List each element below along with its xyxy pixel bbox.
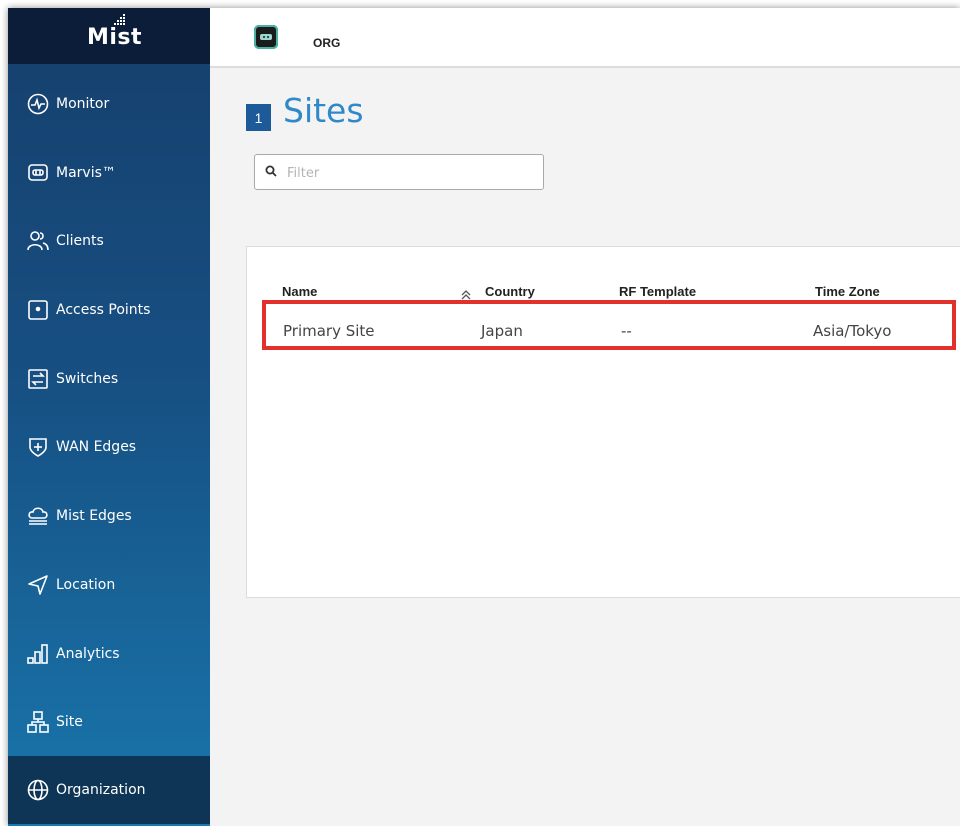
sidebar-item-monitor[interactable]: Monitor: [8, 70, 210, 138]
sidebar: Mist Monitor Marvis™ Clients Access Poin…: [8, 8, 210, 826]
sidebar-item-label: Analytics: [56, 646, 120, 662]
sidebar-item-clients[interactable]: Clients: [8, 207, 210, 275]
monitor-icon: [26, 92, 50, 116]
mist-logo[interactable]: Mist: [8, 8, 210, 64]
sites-table: Name Country RF Template Time Zone Prima…: [246, 246, 960, 598]
column-header-name[interactable]: Name: [282, 284, 317, 299]
organization-icon: [26, 778, 50, 802]
mist-edge-icon: [26, 504, 50, 528]
top-bar: ORG: [210, 8, 960, 68]
sidebar-item-label: Monitor: [56, 96, 110, 112]
page-title: Sites: [283, 91, 364, 130]
sidebar-item-label: Mist Edges: [56, 508, 132, 524]
sidebar-item-label: Location: [56, 577, 116, 593]
filter-input[interactable]: [285, 162, 539, 184]
sidebar-item-switches[interactable]: Switches: [8, 345, 210, 413]
search-icon: [265, 165, 277, 177]
sort-ascending-icon[interactable]: [461, 290, 471, 300]
sidebar-item-location[interactable]: Location: [8, 551, 210, 619]
row-highlight-box: [262, 300, 956, 350]
clients-icon: [26, 229, 50, 253]
site-icon: [26, 710, 50, 734]
sidebar-item-mist-edges[interactable]: Mist Edges: [8, 482, 210, 550]
sidebar-item-organization[interactable]: Organization: [8, 756, 210, 824]
sidebar-item-analytics[interactable]: Analytics: [8, 620, 210, 688]
filter-field[interactable]: [254, 154, 544, 190]
marvis-icon: [26, 161, 50, 185]
column-header-rf-template[interactable]: RF Template: [619, 284, 696, 299]
sidebar-item-label: Organization: [56, 782, 146, 798]
org-avatar-icon[interactable]: [254, 25, 278, 49]
sidebar-item-wan-edges[interactable]: WAN Edges: [8, 413, 210, 481]
sidebar-item-label: Site: [56, 714, 83, 730]
sidebar-item-label: Switches: [56, 371, 119, 387]
sidebar-item-access-points[interactable]: Access Points: [8, 276, 210, 344]
wan-edge-icon: [26, 435, 50, 459]
sidebar-item-label: Access Points: [56, 302, 151, 318]
sidebar-item-label: WAN Edges: [56, 439, 137, 455]
column-header-time-zone[interactable]: Time Zone: [815, 284, 880, 299]
sidebar-item-site[interactable]: Site: [8, 688, 210, 756]
location-icon: [26, 573, 50, 597]
switches-icon: [26, 367, 50, 391]
sidebar-item-label: Clients: [56, 233, 104, 249]
analytics-icon: [26, 642, 50, 666]
org-name[interactable]: ORG: [313, 36, 340, 50]
logo-dots-icon: [114, 14, 125, 25]
column-header-country[interactable]: Country: [485, 284, 535, 299]
site-count-badge: 1: [246, 104, 271, 131]
sidebar-item-label: Marvis™: [56, 165, 116, 181]
access-point-icon: [26, 298, 50, 322]
app-window: Mist Monitor Marvis™ Clients Access Poin…: [8, 8, 960, 826]
sidebar-item-marvis[interactable]: Marvis™: [8, 139, 210, 207]
